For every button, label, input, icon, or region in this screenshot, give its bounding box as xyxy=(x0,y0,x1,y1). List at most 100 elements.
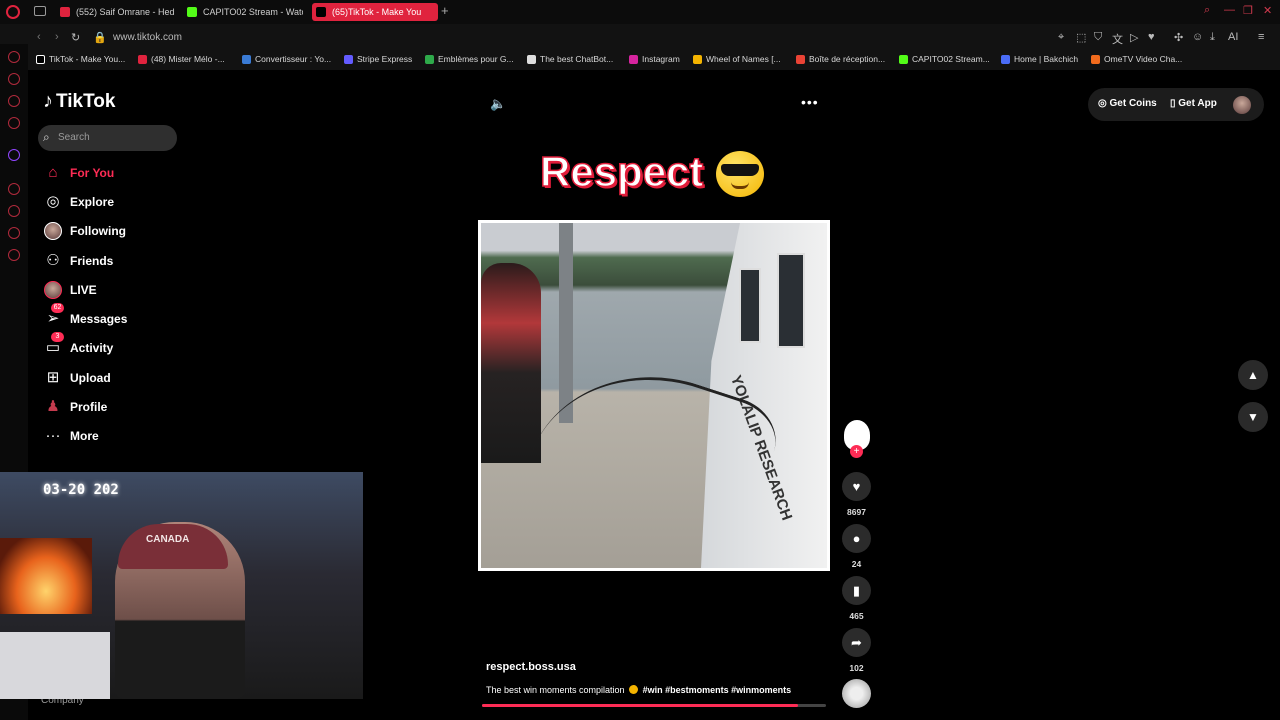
kick-icon xyxy=(899,55,908,64)
user-avatar[interactable] xyxy=(1233,96,1251,114)
tiktok-logo[interactable]: ♪ TikTok xyxy=(43,90,115,113)
url-field[interactable]: www.tiktok.com xyxy=(113,32,182,43)
bookmark-item[interactable]: OmeTV Video Cha... xyxy=(1091,54,1182,64)
nav-for-you[interactable]: ⌂ For You xyxy=(42,163,192,185)
bed xyxy=(0,632,110,699)
cap-text: CANADA xyxy=(146,534,190,545)
play-icon[interactable]: ▷ xyxy=(1130,31,1138,44)
share-count: 102 xyxy=(849,663,864,673)
nav-live[interactable]: LIVE xyxy=(42,280,192,302)
share-icon: ➦ xyxy=(851,635,862,650)
pocket-icon[interactable] xyxy=(8,73,20,85)
heart-icon[interactable]: ♥ xyxy=(1148,31,1155,43)
music-disc-icon[interactable] xyxy=(842,679,871,708)
back-icon[interactable]: ‹ xyxy=(37,31,41,43)
nav-following[interactable]: Following xyxy=(42,221,192,243)
bookmark-item[interactable]: The best ChatBot... xyxy=(527,54,613,64)
follow-plus-icon[interactable]: + xyxy=(850,445,863,458)
forward-icon[interactable]: › xyxy=(55,31,59,43)
snapshot-icon[interactable]: ⬚ xyxy=(1076,31,1086,44)
instagram-icon[interactable] xyxy=(8,95,20,107)
close-icon[interactable]: ✕ xyxy=(1263,4,1272,17)
wheel-icon xyxy=(693,55,702,64)
nav-explore[interactable]: ◎ Explore xyxy=(42,192,192,214)
more-options-icon[interactable]: ••• xyxy=(801,94,819,110)
tab-label: CAPITO02 Stream - Watc xyxy=(203,7,303,17)
bookmark-item[interactable]: (48) Mister Mélo -... xyxy=(138,54,225,64)
chevron-up-icon: ▲ xyxy=(1247,368,1259,382)
shield-icon[interactable]: ⛉ xyxy=(1094,31,1102,44)
tab-youtube[interactable]: (552) Saif Omrane - Hedh xyxy=(56,3,174,21)
bookmark-item[interactable]: Emblèmes pour G... xyxy=(425,54,514,64)
author-name[interactable]: respect.boss.usa xyxy=(486,661,576,673)
stripe-icon xyxy=(344,55,353,64)
tiktok-icon xyxy=(36,55,45,64)
next-video-button[interactable]: ▼ xyxy=(1238,402,1268,432)
chatbot-icon xyxy=(527,55,536,64)
extensions-sidebar-icon[interactable] xyxy=(8,227,20,239)
browser-chrome: (552) Saif Omrane - Hedh CAPITO02 Stream… xyxy=(0,0,1280,70)
nav-friends[interactable]: ⚇ Friends xyxy=(42,251,192,273)
settings-icon[interactable] xyxy=(8,249,20,261)
like-count: 8697 xyxy=(847,507,866,517)
history-icon[interactable] xyxy=(8,205,20,217)
caption-text: The best win moments compilation xyxy=(486,685,625,695)
tiktok-note-icon: ♪ xyxy=(43,90,53,112)
search-placeholder: Search xyxy=(58,132,90,143)
fireplace-tv xyxy=(0,538,92,614)
get-app-button[interactable]: ▯ Get App xyxy=(1170,98,1217,109)
opera-logo-icon[interactable] xyxy=(6,5,20,19)
tab-bar: (552) Saif Omrane - Hedh CAPITO02 Stream… xyxy=(0,0,1280,24)
reload-icon[interactable]: ↻ xyxy=(71,31,80,44)
get-coins-button[interactable]: ◎ Get Coins xyxy=(1098,98,1157,109)
video-caption: The best win moments compilation #win #b… xyxy=(486,685,791,695)
maximize-icon[interactable]: ❐ xyxy=(1243,4,1253,17)
bookmark-item[interactable]: Boîte de réception... xyxy=(796,54,885,64)
video-progress-bar[interactable] xyxy=(482,704,826,707)
pin-icon[interactable]: ⌖ xyxy=(1058,31,1064,44)
tab-tiktok[interactable]: (65)TikTok - Make You xyxy=(312,3,438,21)
bookmark-item[interactable]: CAPITO02 Stream... xyxy=(899,54,990,64)
share-button[interactable]: ➦ xyxy=(842,628,871,657)
new-tab-button[interactable]: + xyxy=(441,3,449,18)
gmail-icon xyxy=(796,55,805,64)
twitch-icon[interactable] xyxy=(8,149,20,161)
whatsapp-icon[interactable] xyxy=(8,117,20,129)
bookmark-item[interactable]: Home | Bakchich xyxy=(1001,54,1078,64)
minimize-icon[interactable]: — xyxy=(1224,4,1235,16)
extensions-icon[interactable]: ✣ xyxy=(1174,31,1183,44)
download-icon[interactable]: ⤓ xyxy=(1210,31,1215,44)
player-icon[interactable] xyxy=(8,183,20,195)
activity-badge: 3 xyxy=(51,332,64,342)
bookmark-item[interactable]: Wheel of Names [... xyxy=(693,54,781,64)
nav-upload[interactable]: ⊞ Upload xyxy=(42,368,192,390)
nav-more[interactable]: ··· More xyxy=(42,426,192,448)
youtube-icon xyxy=(60,7,70,17)
caption-hashtags[interactable]: #win #bestmoments #winmoments xyxy=(643,685,792,695)
previous-video-button[interactable]: ▲ xyxy=(1238,360,1268,390)
live-avatar xyxy=(44,281,62,299)
sunglasses-emoji-icon xyxy=(629,685,639,694)
menu-icon[interactable]: ≡ xyxy=(1258,31,1264,43)
account-icon[interactable]: ☺ xyxy=(1192,31,1203,43)
like-button[interactable]: ♥ xyxy=(842,472,871,501)
bookmark-item[interactable]: Convertisseur : Yo... xyxy=(242,54,331,64)
tab-kick[interactable]: CAPITO02 Stream - Watc xyxy=(183,3,303,21)
workspaces-icon[interactable] xyxy=(34,6,46,16)
translate-icon[interactable]: 文 xyxy=(1112,31,1123,47)
bookmark-item[interactable]: Stripe Express xyxy=(344,54,412,64)
nav-profile[interactable]: ♟ Profile xyxy=(42,397,192,419)
volume-icon[interactable]: 🔈 xyxy=(490,96,506,112)
bookmark-button[interactable]: ▮ xyxy=(842,576,871,605)
comment-button[interactable]: ● xyxy=(842,524,871,553)
video-player[interactable]: YOLALIP RESEARCH xyxy=(478,220,830,571)
bookmark-item[interactable]: Instagram xyxy=(629,54,680,64)
profile-avatar: ♟ xyxy=(46,398,60,415)
nav-activity[interactable]: ▭ 3 Activity xyxy=(42,332,192,360)
aria-ai-icon[interactable]: AI xyxy=(1228,31,1238,43)
search-tabs-icon[interactable]: ⌕ xyxy=(1204,4,1210,17)
nav-messages[interactable]: ➢ 62 Messages xyxy=(42,303,192,331)
messenger-icon[interactable] xyxy=(8,51,20,63)
search-input[interactable]: ⌕ Search xyxy=(38,125,177,151)
bookmark-item[interactable]: TikTok - Make You... xyxy=(36,54,125,64)
